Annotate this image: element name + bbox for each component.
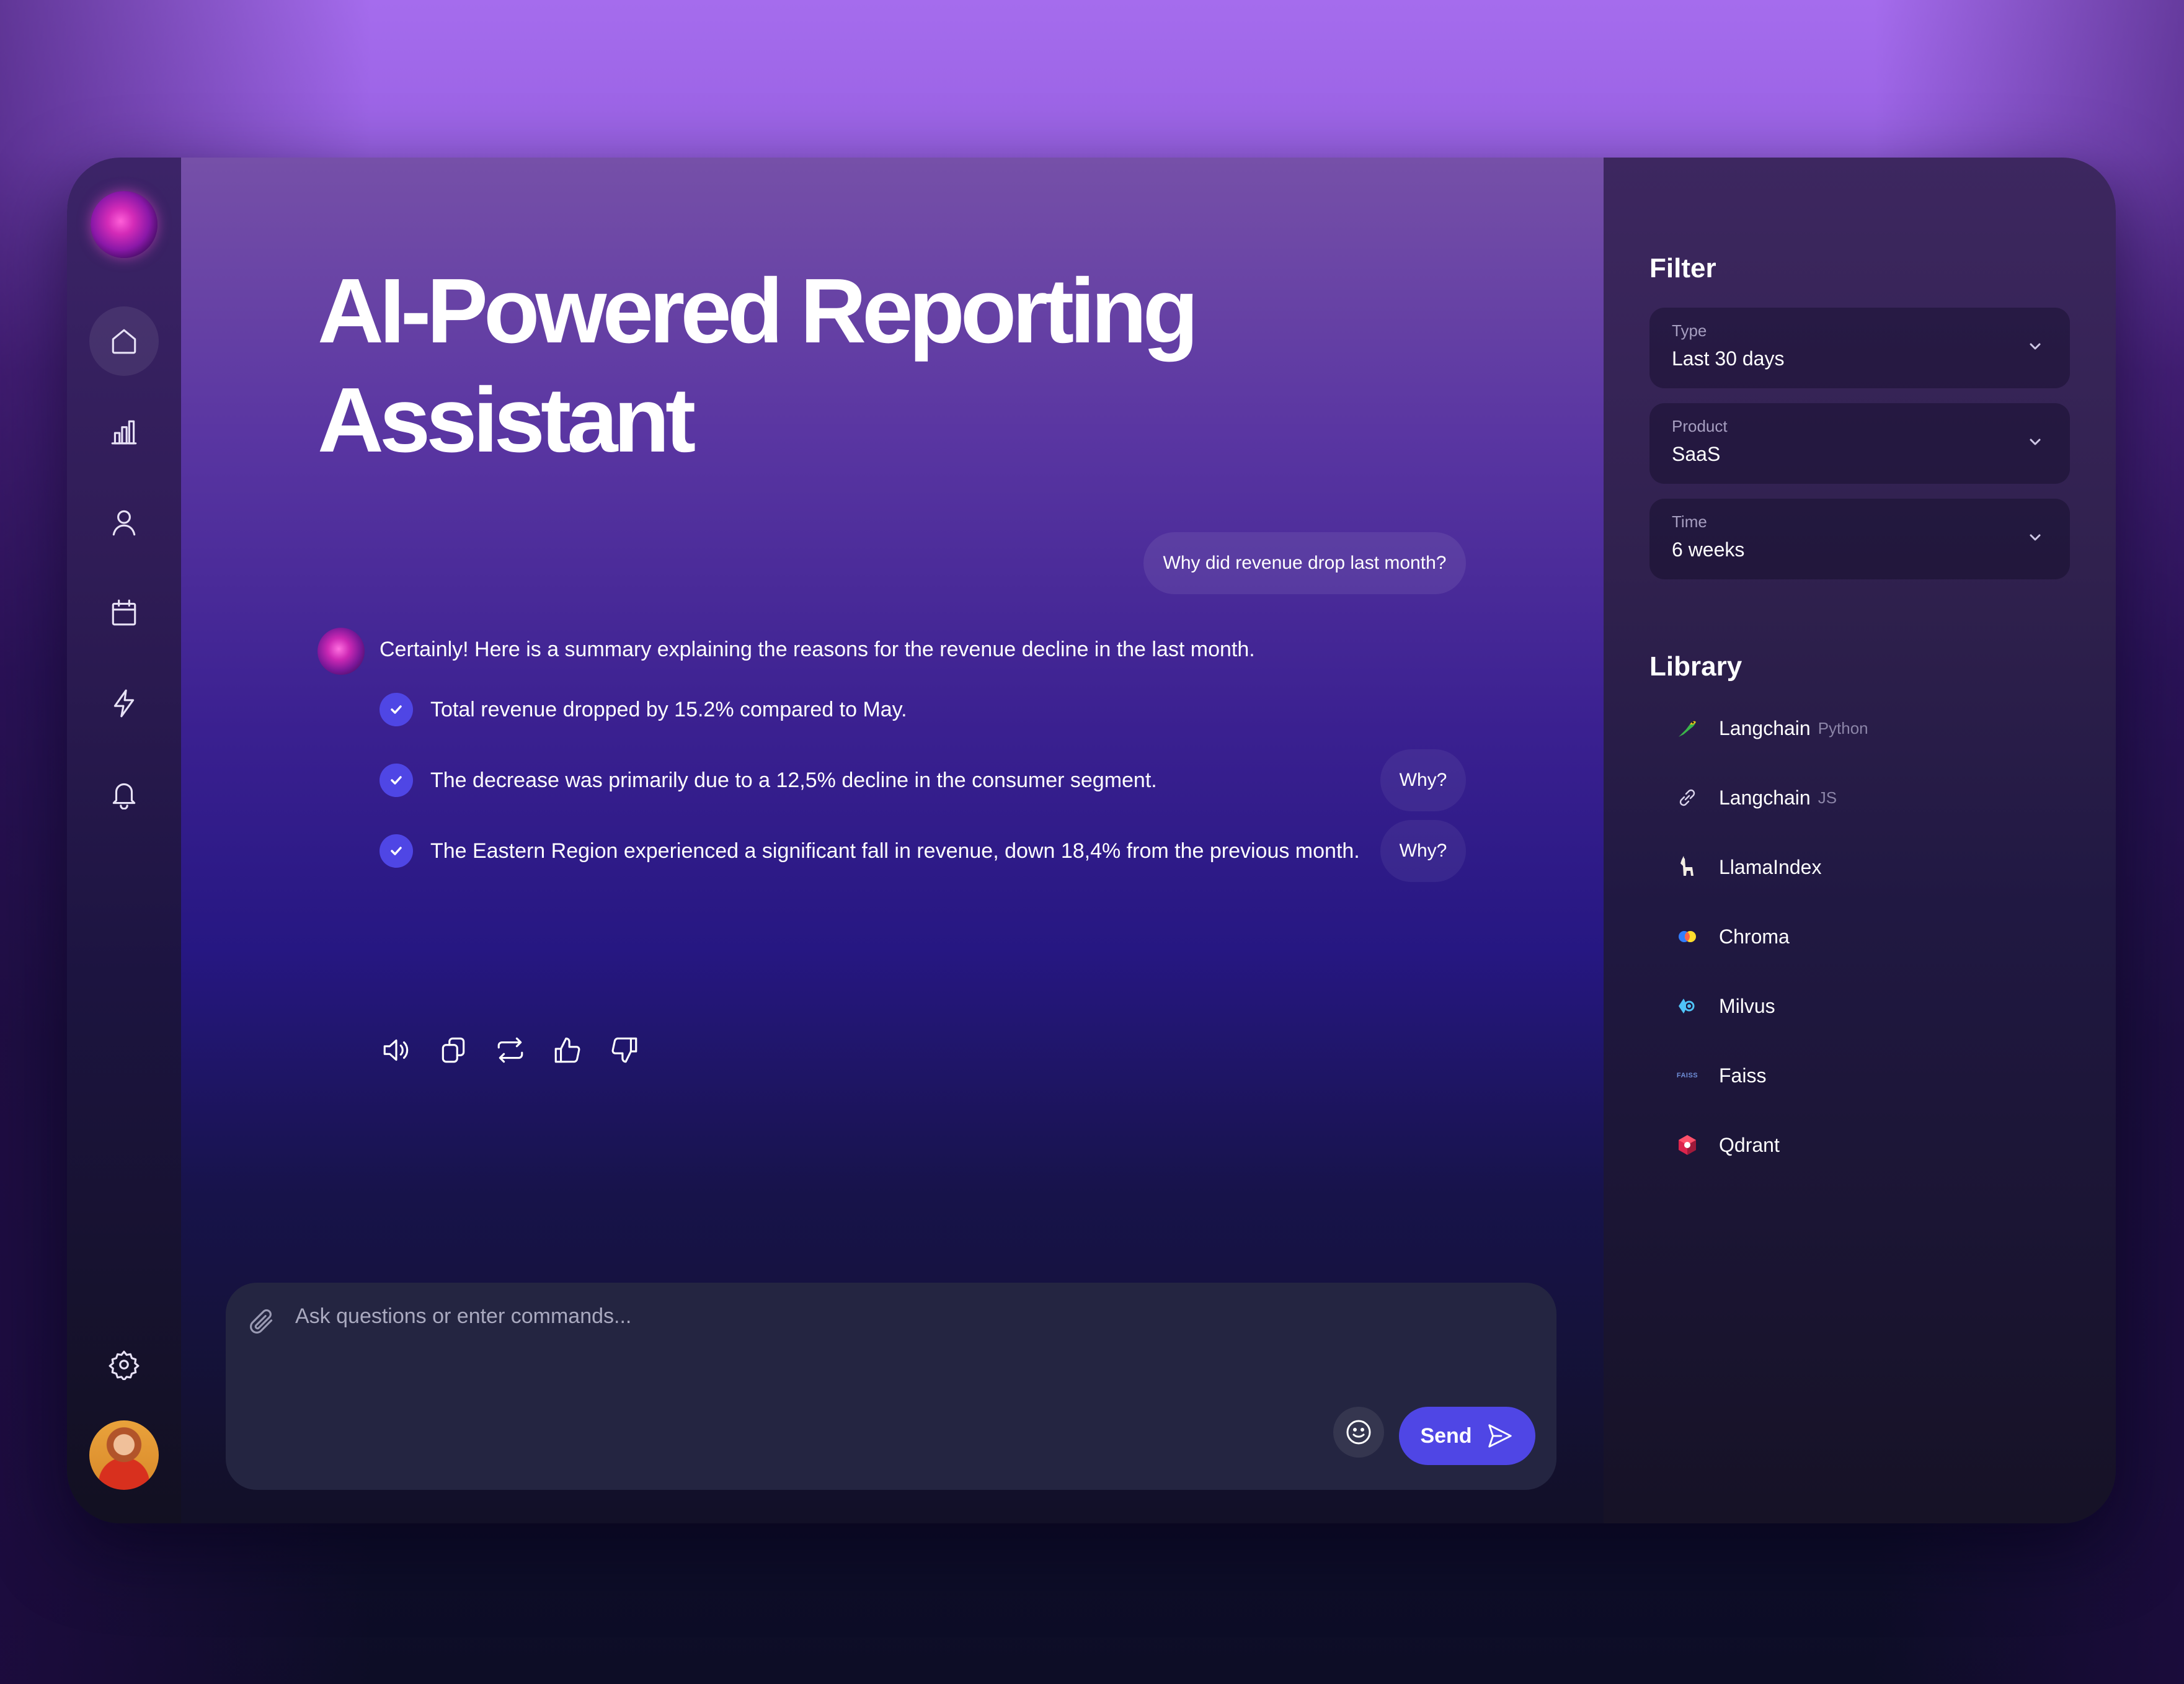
prompt-input[interactable] [294, 1304, 1227, 1329]
automation-nav-button[interactable] [89, 669, 159, 738]
bar-chart-icon [111, 420, 137, 445]
library-item-milvus[interactable]: Milvus [1672, 987, 1775, 1025]
home-icon [112, 329, 136, 354]
dropdown-value: 6 weeks [1672, 538, 1745, 561]
assistant-intro-text: Certainly! Here is a summary explaining … [380, 638, 1255, 661]
library-item-name: LlamaIndex [1719, 855, 1822, 878]
bullet-text: The Eastern Region experienced a signifi… [430, 839, 1360, 863]
check-icon [380, 764, 413, 797]
paperclip-icon [250, 1309, 273, 1334]
thumbs-down-button[interactable] [608, 1033, 641, 1067]
milvus-icon [1672, 991, 1703, 1022]
thumbs-down-icon [611, 1037, 637, 1063]
why-button[interactable]: Why? [1380, 820, 1466, 882]
title-line-1: AI-Powered Reporting [317, 260, 1199, 362]
speaker-icon [383, 1039, 409, 1061]
chroma-icon [1672, 921, 1703, 952]
type-dropdown[interactable]: Type Last 30 days [1649, 308, 2070, 388]
library-item-name: Milvus [1719, 994, 1775, 1017]
right-panel: Filter Type Last 30 days Product SaaS Ti… [1604, 158, 2116, 1523]
library-title: Library [1649, 651, 1742, 682]
regenerate-button[interactable] [494, 1033, 527, 1067]
chevron-down-icon [2025, 432, 2045, 452]
user-avatar[interactable] [89, 1420, 159, 1490]
analytics-nav-button[interactable] [89, 397, 159, 466]
message-actions [380, 1033, 641, 1067]
library-item-name: Faiss [1719, 1064, 1767, 1087]
dropdown-label: Product [1672, 417, 1728, 435]
product-dropdown[interactable]: Product SaaS [1649, 403, 2070, 484]
summary-bullet: The decrease was primarily due to a 12,5… [380, 762, 1157, 799]
app-window: AI-Powered Reporting Assistant Why did r… [67, 158, 2116, 1523]
thumbs-up-icon [554, 1037, 580, 1063]
check-icon [380, 693, 413, 726]
library-item-name: Chroma [1719, 925, 1790, 948]
summary-bullet: The Eastern Region experienced a signifi… [380, 832, 1360, 870]
time-dropdown[interactable]: Time 6 weeks [1649, 499, 2070, 579]
why-button-label: Why? [1399, 770, 1447, 790]
library-item-chroma[interactable]: Chroma [1672, 918, 1790, 955]
dropdown-label: Type [1672, 321, 1707, 340]
emoji-button[interactable] [1333, 1407, 1384, 1458]
bullet-text: Total revenue dropped by 15.2% compared … [430, 697, 907, 721]
library-item-name: Qdrant [1719, 1133, 1780, 1156]
why-button-label: Why? [1399, 840, 1447, 861]
llama-icon [1672, 852, 1703, 883]
link-icon [1672, 782, 1703, 813]
copy-button[interactable] [437, 1033, 470, 1067]
check-icon [380, 834, 413, 868]
dropdown-value: Last 30 days [1672, 347, 1785, 370]
logo-orb[interactable] [91, 191, 158, 258]
library-item-name: Langchain [1719, 716, 1811, 739]
user-message-bubble: Why did revenue drop last month? [1143, 532, 1466, 594]
repeat-icon [497, 1037, 523, 1063]
notifications-nav-button[interactable] [89, 759, 159, 829]
home-nav-button[interactable] [89, 306, 159, 376]
gear-icon [109, 1350, 140, 1380]
library-item-tag: JS [1818, 788, 1837, 807]
faiss-logo-text: FAISS [1676, 1072, 1698, 1079]
users-nav-button[interactable] [89, 488, 159, 557]
filter-title: Filter [1649, 253, 1716, 283]
dropdown-label: Time [1672, 512, 1707, 531]
library-item-llamaindex[interactable]: LlamaIndex [1672, 849, 1821, 886]
calendar-nav-button[interactable] [89, 578, 159, 648]
send-button-label: Send [1420, 1423, 1472, 1448]
dropdown-value: SaaS [1672, 443, 1721, 465]
send-button[interactable]: Send [1399, 1407, 1535, 1465]
thumbs-up-button[interactable] [551, 1033, 584, 1067]
settings-nav-button[interactable] [89, 1330, 159, 1399]
library-item-langchain-python[interactable]: Langchain Python [1672, 710, 1868, 747]
bullet-text: The decrease was primarily due to a 12,5… [430, 768, 1157, 792]
chevron-down-icon [2025, 336, 2045, 356]
library-item-name: Langchain [1719, 786, 1811, 809]
title-line-2: Assistant [317, 369, 696, 471]
copy-icon [442, 1037, 465, 1063]
read-aloud-button[interactable] [380, 1033, 413, 1067]
sidebar [67, 158, 181, 1523]
attach-button[interactable] [247, 1306, 278, 1337]
user-message-text: Why did revenue drop last month? [1163, 553, 1447, 573]
library-item-faiss[interactable]: FAISS Faiss [1672, 1057, 1767, 1094]
parrot-icon [1672, 713, 1703, 744]
library-item-tag: Python [1818, 718, 1868, 737]
summary-bullet: Total revenue dropped by 15.2% compared … [380, 691, 907, 728]
message-composer: Send [226, 1283, 1556, 1490]
why-button[interactable]: Why? [1380, 749, 1466, 811]
library-item-langchain-js[interactable]: Langchain JS [1672, 779, 1837, 816]
chevron-down-icon [2025, 527, 2045, 547]
page-title: AI-Powered Reporting Assistant [317, 257, 1248, 475]
lightning-icon [113, 689, 135, 718]
send-icon [1488, 1424, 1512, 1448]
user-icon [112, 510, 136, 536]
smiley-icon [1346, 1420, 1371, 1445]
library-item-qdrant[interactable]: Qdrant [1672, 1126, 1780, 1164]
qdrant-icon [1672, 1129, 1703, 1161]
calendar-icon [112, 599, 136, 626]
bell-icon [112, 783, 136, 809]
faiss-icon: FAISS [1672, 1060, 1703, 1091]
assistant-avatar [317, 628, 365, 675]
